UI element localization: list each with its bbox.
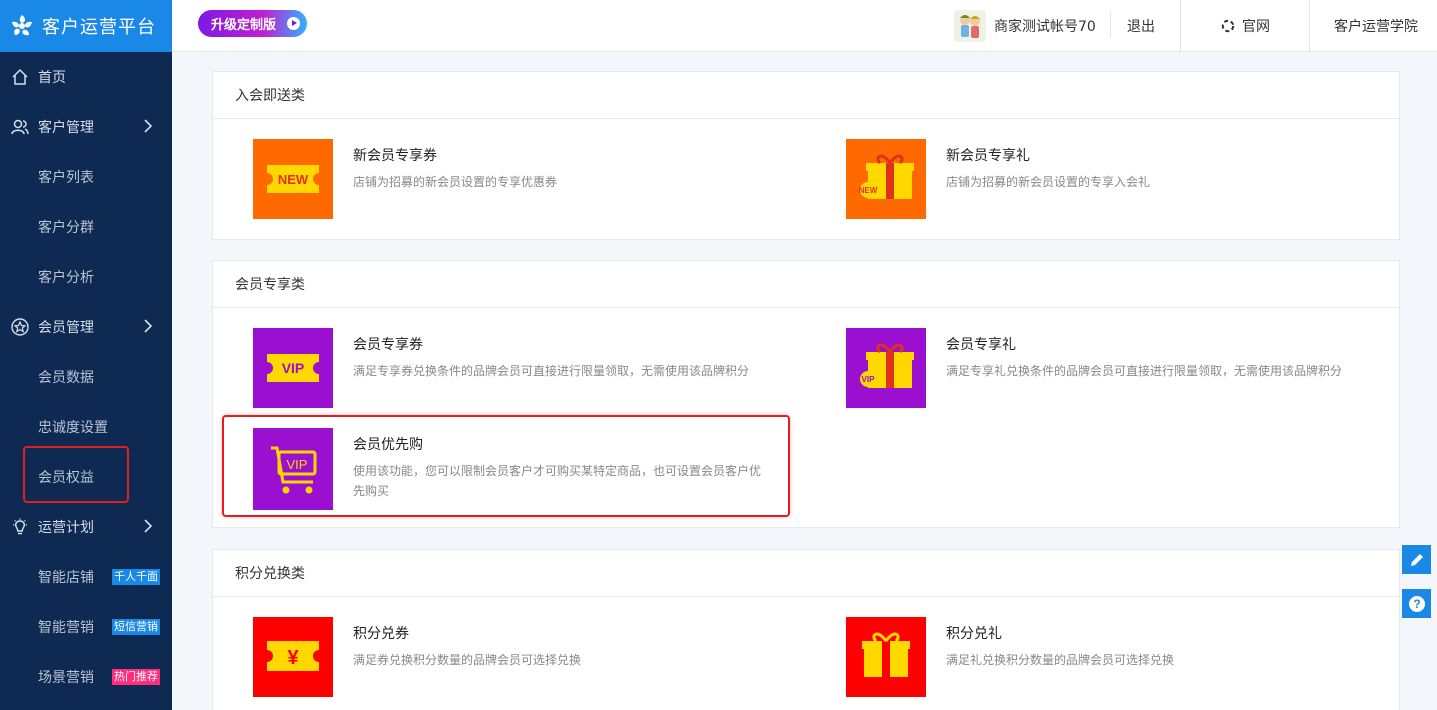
- upgrade-label: 升级定制版: [211, 18, 277, 33]
- sidebar-item-label: 智能营销: [38, 620, 94, 636]
- new-gift-icon: NEW: [846, 139, 926, 219]
- section-title: 积分兑换类: [213, 550, 1399, 597]
- edit-button[interactable]: [1402, 545, 1431, 574]
- section-points-exchange: 积分兑换类 ¥ 积分兑券 满足券兑换积分数量的品牌会员可选择兑换 积分兑礼 满足…: [212, 549, 1400, 710]
- card-new-member-gift[interactable]: NEW 新会员专享礼 店铺为招募的新会员设置的专享入会礼: [846, 139, 1406, 219]
- card-new-member-coupon[interactable]: NEW 新会员专享券 店铺为招募的新会员设置的专享优惠券: [253, 139, 813, 219]
- sidebar-item-operation-plan[interactable]: 运营计划: [0, 502, 172, 552]
- points-gift-icon: [846, 617, 926, 697]
- vip-coupon-icon: VIP: [253, 328, 333, 408]
- official-site-link[interactable]: 官网: [1220, 16, 1270, 36]
- lightbulb-icon: [10, 517, 30, 537]
- card-description: 满足券兑换积分数量的品牌会员可选择兑换: [353, 653, 582, 667]
- help-button[interactable]: ?: [1402, 589, 1431, 618]
- academy-link[interactable]: 客户运营学院: [1334, 16, 1418, 36]
- card-description: 店铺为招募的新会员设置的专享优惠券: [353, 175, 558, 189]
- logout-label: 退出: [1127, 19, 1155, 35]
- badge-personalized: 千人千面: [112, 569, 160, 585]
- sidebar-item-customer-analysis[interactable]: 客户分析: [0, 252, 172, 302]
- badge-hot-recommend: 热门推荐: [112, 669, 160, 685]
- sidebar-item-member-management[interactable]: 会员管理: [0, 302, 172, 352]
- top-bar: 升级定制版 商家测试帐号70 退出 官网 客户运营学院: [172, 0, 1437, 52]
- new-gift-text: NEW: [859, 186, 878, 195]
- sidebar-item-label: 客户分析: [38, 270, 94, 286]
- sidebar-item-loyalty-settings[interactable]: 忠诚度设置: [0, 402, 172, 452]
- card-description: 满足专享券兑换条件的品牌会员可直接进行限量领取，无需使用该品牌积分: [353, 364, 750, 378]
- card-title: 积分兑券: [353, 626, 409, 642]
- chevron-right-icon: [144, 119, 152, 133]
- merchant-account[interactable]: 商家测试帐号70: [954, 10, 1096, 42]
- card-title: 新会员专享礼: [946, 148, 1030, 164]
- upgrade-button[interactable]: 升级定制版: [198, 10, 307, 37]
- sidebar: 客户运营平台 首页 客户管理 客户列表 客户分群 客户分析 会员管理 会员数据 …: [0, 0, 172, 710]
- sidebar-item-member-data[interactable]: 会员数据: [0, 352, 172, 402]
- selected-card-highlight: [222, 415, 790, 517]
- sidebar-item-label: 首页: [38, 70, 66, 86]
- vip-gift-icon: VIP: [846, 328, 926, 408]
- card-title: 会员专享券: [353, 337, 423, 353]
- divider: [1309, 0, 1310, 52]
- divider: [1110, 12, 1111, 38]
- card-description: 店铺为招募的新会员设置的专享入会礼: [946, 175, 1151, 189]
- brand-header[interactable]: 客户运营平台: [0, 0, 172, 52]
- home-icon: [10, 67, 30, 87]
- sidebar-item-label: 客户分群: [38, 220, 94, 236]
- sidebar-item-label: 会员数据: [38, 370, 94, 386]
- sidebar-item-label: 客户列表: [38, 170, 94, 186]
- badge-sms-marketing: 短信营销: [112, 619, 160, 635]
- sidebar-item-label: 忠诚度设置: [38, 420, 108, 436]
- sidebar-item-home[interactable]: 首页: [0, 52, 172, 102]
- merchant-name: 商家测试帐号70: [994, 19, 1096, 35]
- user-group-icon: [10, 117, 30, 137]
- sidebar-item-label: 会员管理: [38, 320, 94, 336]
- sidebar-item-label: 运营计划: [38, 520, 94, 536]
- card-description: 满足专享礼兑换条件的品牌会员可直接进行限量领取，无需使用该品牌积分: [946, 364, 1343, 378]
- question-icon: ?: [1408, 595, 1425, 612]
- card-title: 会员专享礼: [946, 337, 1016, 353]
- avatar: [954, 10, 986, 42]
- brand-title: 客户运营平台: [42, 17, 156, 38]
- card-title: 积分兑礼: [946, 626, 1002, 642]
- new-coupon-icon: NEW: [253, 139, 333, 219]
- help-text: ?: [1413, 597, 1420, 611]
- vip-gift-text: VIP: [862, 375, 876, 384]
- sidebar-item-customer-management[interactable]: 客户管理: [0, 102, 172, 152]
- section-title: 入会即送类: [213, 72, 1399, 119]
- vip-coupon-text: VIP: [282, 360, 305, 376]
- card-member-coupon[interactable]: VIP 会员专享券 满足专享券兑换条件的品牌会员可直接进行限量领取，无需使用该品…: [253, 328, 813, 408]
- pencil-icon: [1410, 553, 1423, 566]
- section-title: 会员专享类: [213, 261, 1399, 308]
- chevron-right-icon: [144, 319, 152, 333]
- yen-coupon-icon: ¥: [253, 617, 333, 697]
- official-site-label: 官网: [1242, 19, 1270, 35]
- academy-label: 客户运营学院: [1334, 19, 1418, 35]
- card-points-coupon[interactable]: ¥ 积分兑券 满足券兑换积分数量的品牌会员可选择兑换: [253, 617, 813, 697]
- sidebar-item-scene-marketing[interactable]: 场景营销 热门推荐: [0, 652, 172, 702]
- gear-icon: [1221, 19, 1235, 33]
- card-title: 新会员专享券: [353, 148, 437, 164]
- play-icon: [287, 17, 300, 30]
- yen-symbol-text: ¥: [287, 647, 299, 669]
- sidebar-item-smart-store[interactable]: 智能店铺 千人千面: [0, 552, 172, 602]
- sidebar-item-label: 客户管理: [38, 120, 94, 136]
- divider: [1180, 0, 1181, 52]
- logout-link[interactable]: 退出: [1127, 16, 1155, 36]
- chevron-right-icon: [144, 519, 152, 533]
- star-icon: [10, 317, 30, 337]
- active-item-highlight: [23, 446, 129, 503]
- sidebar-item-label: 智能店铺: [38, 570, 94, 586]
- section-join-gift: 入会即送类 NEW 新会员专享券 店铺为招募的新会员设置的专享优惠券 NEW 新…: [212, 71, 1400, 240]
- sidebar-item-label: 场景营销: [38, 670, 94, 686]
- sidebar-item-smart-marketing[interactable]: 智能营销 短信营销: [0, 602, 172, 652]
- card-description: 满足礼兑换积分数量的品牌会员可选择兑换: [946, 653, 1175, 667]
- brand-logo-icon: [12, 15, 32, 36]
- new-coupon-text: NEW: [278, 172, 309, 187]
- card-points-gift[interactable]: 积分兑礼 满足礼兑换积分数量的品牌会员可选择兑换: [846, 617, 1406, 697]
- card-member-gift[interactable]: VIP 会员专享礼 满足专享礼兑换条件的品牌会员可直接进行限量领取，无需使用该品…: [846, 328, 1406, 408]
- sidebar-item-customer-list[interactable]: 客户列表: [0, 152, 172, 202]
- sidebar-item-customer-segments[interactable]: 客户分群: [0, 202, 172, 252]
